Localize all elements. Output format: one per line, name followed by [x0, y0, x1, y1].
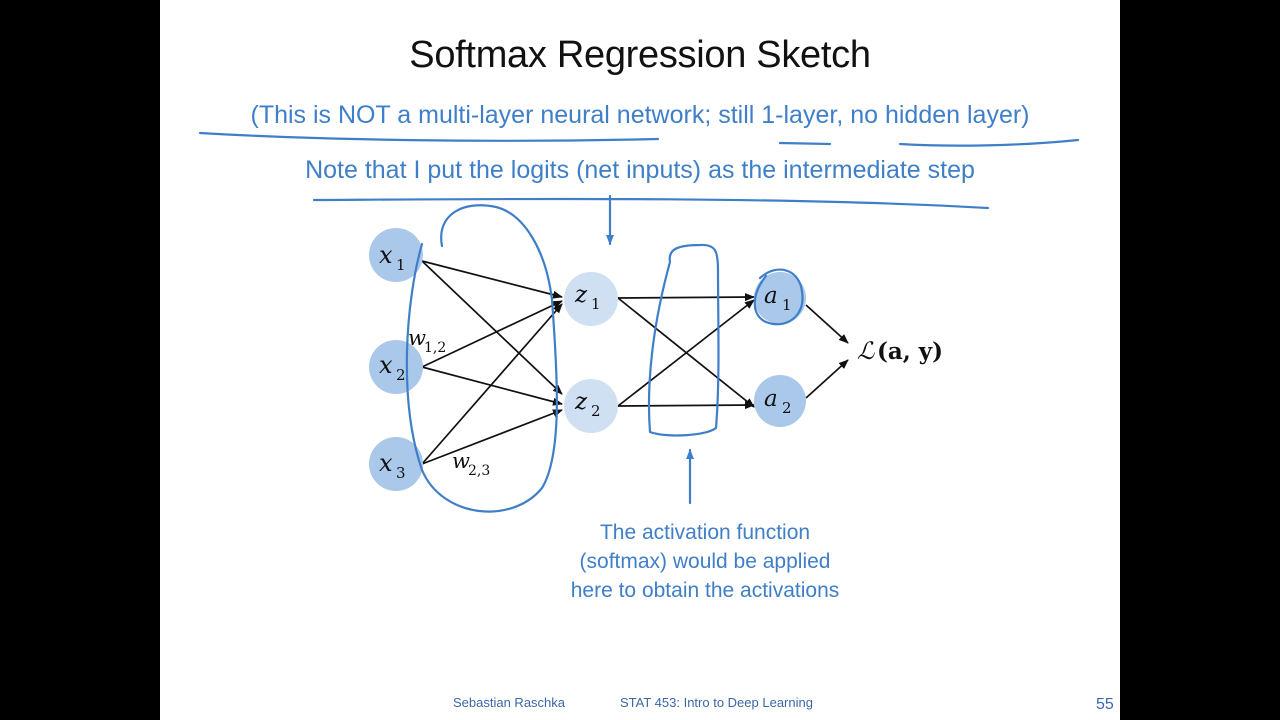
edge-a1-loss: [805, 304, 849, 344]
footer-course: STAT 453: Intro to Deep Learning: [620, 695, 813, 710]
edge-x3-z2: [421, 409, 563, 465]
edge-a2-loss: [805, 359, 849, 399]
activation-note-line-2: (softmax) would be applied: [579, 550, 831, 573]
node-subscript: 2: [591, 402, 601, 420]
node-label: x: [379, 449, 393, 477]
underline-note-1-c: [898, 138, 1080, 147]
edge-x1-z1: [421, 260, 563, 299]
loss-symbol: ℒ: [857, 337, 875, 365]
node-label: a: [764, 386, 778, 412]
loss-label: ℒ (a, y): [857, 337, 943, 365]
underline-note-1-b: [778, 141, 832, 146]
node-subscript: 3: [396, 464, 406, 482]
edge-x2-z2: [421, 366, 563, 406]
node-subscript: 1: [396, 256, 406, 274]
activation-note-line-3: here to obtain the activations: [570, 579, 840, 602]
logit-node-z2: z 2: [564, 379, 618, 433]
edge-z2-a2: [617, 401, 755, 410]
activation-note-line-1: The activation function: [599, 521, 811, 544]
node-subscript: 2: [396, 366, 406, 384]
activation-node-a2: a 2: [754, 375, 806, 427]
slide: Softmax Regression Sketch (This is NOT a…: [160, 0, 1120, 720]
node-subscript: 2: [782, 399, 792, 417]
page-number: 55: [1096, 696, 1114, 713]
node-subscript: 1: [782, 296, 792, 314]
node-circle: [754, 375, 806, 427]
weight-subscript: 1,2: [424, 340, 446, 356]
weight-subscript: 2,3: [468, 463, 490, 479]
underline-note-2: [312, 197, 990, 210]
edge-z1-a1: [617, 293, 755, 302]
activation-function-note: The activation function (softmax) would …: [500, 518, 910, 605]
node-subscript: 1: [591, 295, 601, 313]
edge-x2-z1: [421, 300, 563, 368]
logit-node-z1: z 1: [564, 272, 618, 326]
node-label: x: [379, 351, 393, 379]
node-label: z: [574, 282, 588, 308]
node-label: z: [574, 389, 588, 415]
underline-note-1-a: [198, 131, 660, 142]
weight-label-w23: w 2,3: [452, 449, 490, 479]
footer-author: Sebastian Raschka: [453, 695, 566, 710]
node-label: a: [764, 283, 778, 309]
softmax-network-diagram: x 1 x 2 x 3 z 1 z 2 a 1 a 2 w 1,2 w 2,3 …: [198, 131, 1080, 513]
activation-function-box: [647, 243, 720, 437]
node-label: x: [379, 241, 393, 269]
loss-arguments: (a, y): [877, 338, 943, 365]
